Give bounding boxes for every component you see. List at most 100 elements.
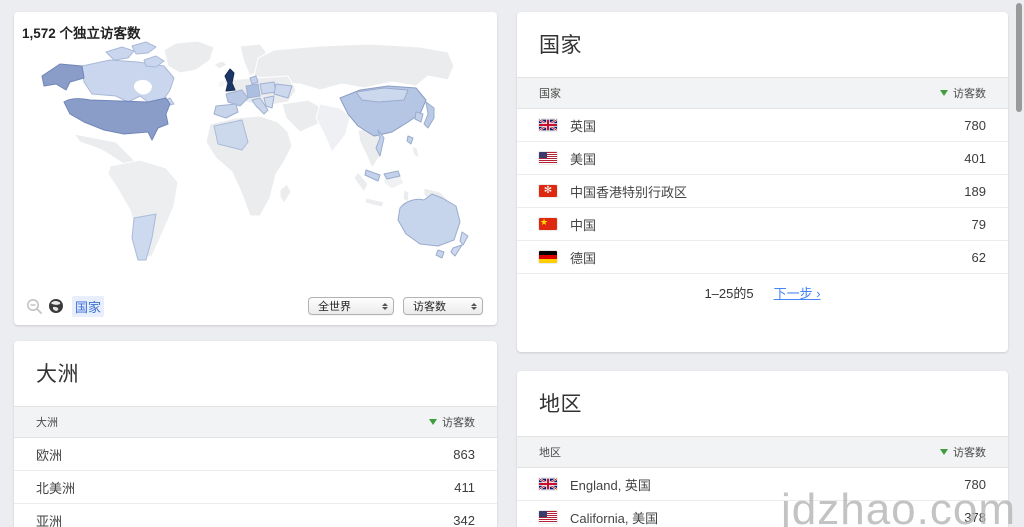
continent-value: 863 [453, 447, 475, 462]
map-usa [64, 98, 170, 140]
world-map[interactable] [20, 40, 492, 288]
regions-metric-header[interactable]: 访客数 [940, 444, 986, 460]
region-value: 780 [964, 477, 986, 492]
country-label: 中国 [570, 215, 596, 234]
zoom-out-icon[interactable] [26, 298, 43, 315]
map-taiwan [407, 136, 413, 144]
pagination: 1–25的5 下一步 › [517, 283, 1008, 302]
map-new-zealand [451, 245, 462, 256]
countries-widget: 国家 国家 访客数 英国 780 美国 401 ✻ 中国香港特别行政区 189 … [517, 12, 1008, 352]
map-sulawesi [403, 190, 409, 202]
table-row[interactable]: 亚洲 342 [14, 504, 497, 527]
sort-desc-icon [429, 419, 437, 425]
country-label: 英国 [570, 116, 596, 135]
map-region-select-value: 全世界 [318, 298, 351, 314]
map-germany [246, 84, 260, 98]
table-row[interactable]: England, 英国 780 [517, 468, 1008, 501]
map-java [365, 198, 384, 207]
map-denmark [250, 76, 258, 84]
country-value: 62 [972, 250, 986, 265]
vertical-scrollbar-thumb[interactable] [1016, 3, 1022, 112]
region-value: 378 [964, 510, 986, 525]
map-south-korea [415, 112, 423, 122]
map-metric-select[interactable]: 访客数 [403, 297, 483, 315]
country-label: 美国 [570, 149, 596, 168]
continents-table-header: 大洲 访客数 [14, 406, 497, 438]
continents-title: 大洲 [14, 341, 497, 406]
flag-icon-us [539, 152, 557, 164]
flag-icon-us [539, 511, 557, 523]
countries-title: 国家 [517, 12, 1008, 77]
continents-metric-header[interactable]: 访客数 [429, 414, 475, 430]
continent-label: 北美洲 [36, 478, 75, 497]
map-japan [424, 102, 434, 128]
map-india [316, 104, 350, 152]
continent-label: 亚洲 [36, 511, 62, 527]
countries-metric-header[interactable]: 访客数 [940, 85, 986, 101]
flag-icon-uk [539, 119, 557, 131]
map-alaska [42, 64, 84, 90]
map-spain [214, 104, 238, 118]
country-label: 德国 [570, 248, 596, 267]
map-australia [398, 194, 460, 246]
map-arctic-island [106, 47, 134, 60]
continent-label: 欧洲 [36, 445, 62, 464]
pagination-next-link[interactable]: 下一步 › [774, 283, 821, 302]
table-row[interactable]: 德国 62 [517, 241, 1008, 274]
table-row[interactable]: 美国 401 [517, 142, 1008, 175]
table-row[interactable]: ✻ 中国香港特别行政区 189 [517, 175, 1008, 208]
table-row[interactable]: 英国 780 [517, 109, 1008, 142]
country-value: 401 [964, 151, 986, 166]
map-poland [260, 82, 276, 94]
regions-name-header[interactable]: 地区 [539, 444, 561, 460]
table-row[interactable]: 欧洲 863 [14, 438, 497, 471]
sort-desc-icon [940, 449, 948, 455]
regions-metric-header-label: 访客数 [953, 444, 986, 460]
map-new-zealand [460, 232, 468, 245]
flag-icon-hk: ✻ [539, 185, 557, 197]
table-row[interactable]: California, 美国 378 [517, 501, 1008, 527]
map-footer: 国家 全世界 访客数 [26, 296, 483, 316]
region-label: California, 美国 [570, 508, 658, 527]
country-label: 中国香港特别行政区 [570, 182, 687, 201]
map-ireland [218, 80, 225, 88]
map-metric-select-value: 访客数 [413, 298, 446, 314]
regions-widget: 地区 地区 访客数 England, 英国 780 California, 美国… [517, 371, 1008, 527]
continent-value: 342 [453, 513, 475, 527]
map-central-america [74, 134, 138, 164]
countries-name-header[interactable]: 国家 [539, 85, 561, 101]
country-value: 79 [972, 217, 986, 232]
countries-table-header: 国家 访客数 [517, 77, 1008, 109]
countries-metric-header-label: 访客数 [953, 85, 986, 101]
continent-value: 411 [454, 480, 475, 495]
unique-visitors-title: 1,572 个独立访客数 [14, 12, 497, 42]
map-arctic-island [132, 42, 156, 54]
map-country-mode-link[interactable]: 国家 [72, 296, 104, 317]
map-selects: 全世界 访客数 [299, 297, 483, 315]
select-arrows-icon [376, 303, 388, 310]
map-iceland [214, 61, 227, 69]
continents-name-header[interactable]: 大洲 [36, 414, 58, 430]
map-tasmania [436, 250, 444, 258]
table-row[interactable]: 北美洲 411 [14, 471, 497, 504]
country-value: 780 [964, 118, 986, 133]
pagination-range: 1–25的5 [704, 283, 753, 302]
select-arrows-icon [465, 303, 477, 310]
region-label: England, 英国 [570, 475, 651, 494]
map-madagascar [280, 184, 291, 203]
flag-icon-uk [539, 478, 557, 490]
map-middle-east [282, 100, 322, 132]
continents-widget: 大洲 大洲 访客数 欧洲 863 北美洲 411 亚洲 342 [14, 341, 497, 527]
sort-desc-icon [940, 90, 948, 96]
flag-icon-de [539, 251, 557, 263]
map-philippines [412, 146, 419, 158]
map-region-select[interactable]: 全世界 [308, 297, 394, 315]
table-row[interactable]: ★ 中国 79 [517, 208, 1008, 241]
regions-table-header: 地区 访客数 [517, 436, 1008, 468]
globe-icon[interactable] [48, 298, 64, 314]
map-greenland [164, 41, 214, 73]
flag-icon-cn: ★ [539, 218, 557, 230]
visitor-map-widget: 1,572 个独立访客数 [14, 12, 497, 325]
country-value: 189 [964, 184, 986, 199]
map-malaysia [365, 170, 380, 181]
